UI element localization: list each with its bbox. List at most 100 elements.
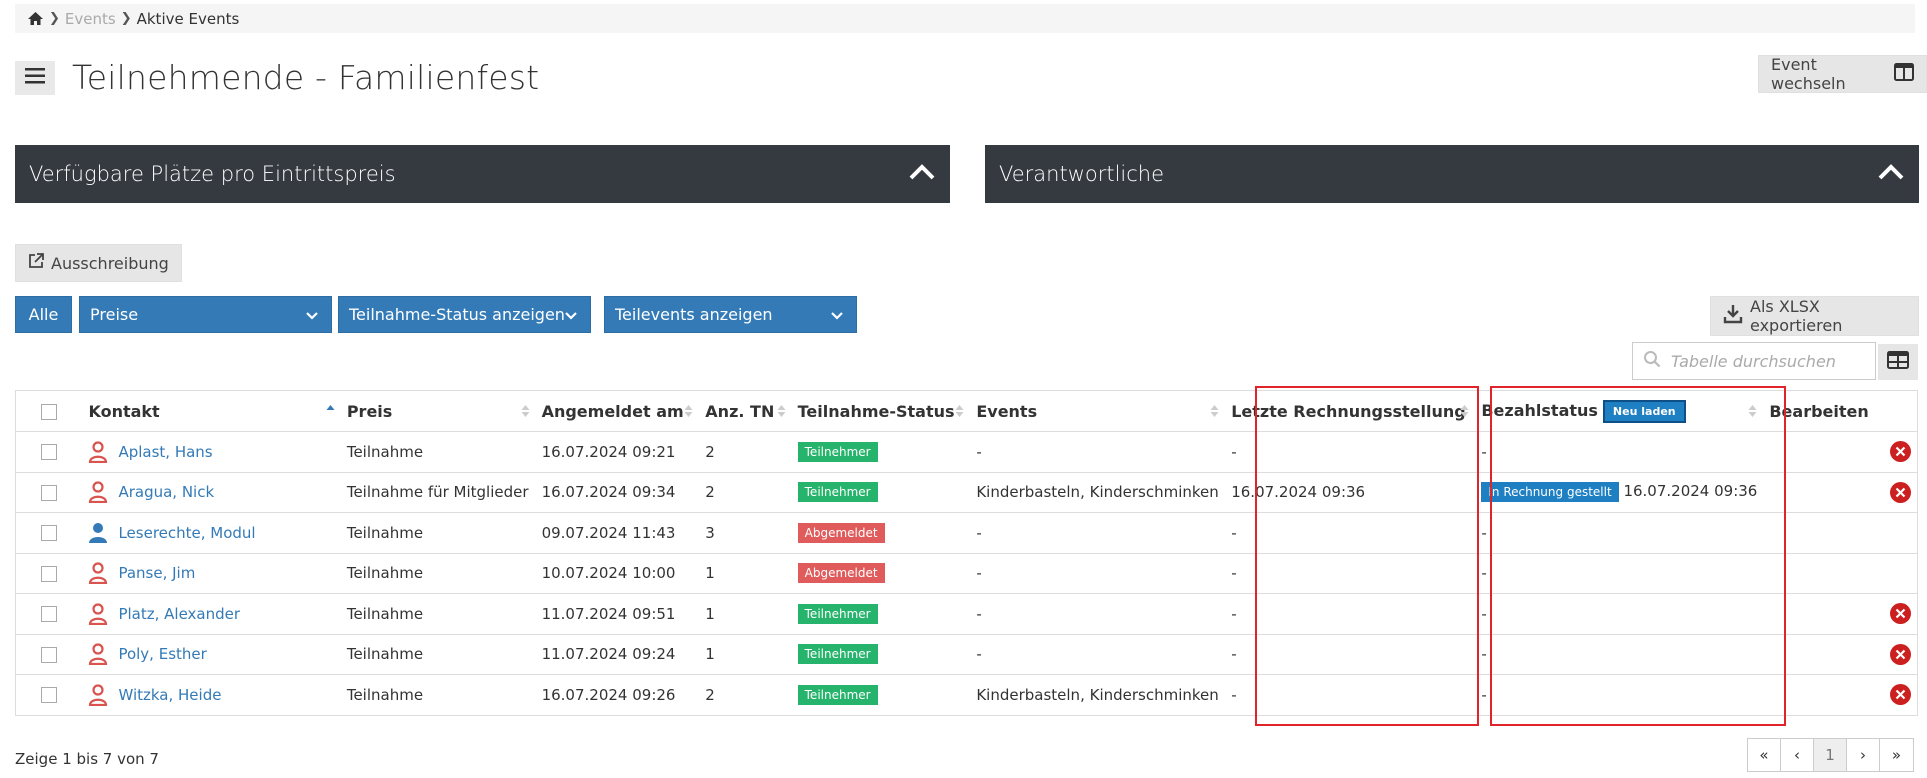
registered-cell: 16.07.2024 09:26 (535, 674, 700, 716)
chevron-up-icon[interactable] (908, 159, 936, 192)
filter-all-button[interactable]: Alle (15, 296, 72, 333)
last-page-button[interactable]: » (1880, 739, 1913, 771)
contact-link[interactable]: Leserechte, Modul (118, 524, 255, 542)
page-title: Teilnehmende - Familienfest (72, 58, 540, 97)
status-cell: Teilnehmer (791, 593, 971, 634)
status-badge: Abgemeldet (797, 563, 885, 584)
menu-button[interactable] (15, 61, 55, 95)
export-xlsx-button[interactable]: Als XLSX exportieren (1710, 296, 1919, 336)
row-checkbox[interactable] (41, 646, 58, 663)
edit-cell (1763, 431, 1919, 472)
select-all-checkbox[interactable] (41, 404, 58, 420)
panel-responsible[interactable]: Verantwortliche (985, 145, 1919, 203)
sort-icon[interactable] (1210, 403, 1219, 422)
delete-icon[interactable] (1890, 441, 1911, 463)
status-cell: Teilnehmer (791, 431, 971, 472)
user-outline-icon (88, 441, 108, 463)
chevron-down-icon (830, 308, 844, 327)
contact-link[interactable]: Witzka, Heide (118, 686, 221, 704)
events-cell: Kinderbasteln, Kinderschminken (970, 471, 1226, 513)
payment-value: - (1481, 442, 1487, 461)
header-price[interactable]: Preis (340, 390, 536, 432)
export-xlsx-label: Als XLSX exportieren (1750, 297, 1843, 335)
sort-icon[interactable] (521, 403, 530, 422)
table-search-input[interactable]: Tabelle durchsuchen (1632, 342, 1876, 380)
events-cell: Kinderbasteln, Kinderschminken (970, 674, 1226, 716)
contact-link[interactable]: Platz, Alexander (118, 605, 240, 623)
sort-icon[interactable] (684, 403, 693, 422)
status-badge: Teilnehmer (797, 684, 878, 705)
status-badge: Teilnehmer (797, 482, 878, 503)
count-cell: 2 (699, 471, 792, 513)
breadcrumb-events[interactable]: Events (65, 10, 116, 28)
status-badge: Abgemeldet (797, 522, 885, 543)
events-cell: - (970, 552, 1226, 594)
status-cell: Abgemeldet (791, 512, 971, 553)
column-toggle-button[interactable] (1878, 344, 1918, 380)
contact-cell: Platz, Alexander (82, 593, 341, 634)
event-switch-button[interactable]: Event wechseln (1758, 55, 1927, 93)
contact-link[interactable]: Panse, Jim (118, 564, 195, 582)
sort-icon[interactable] (777, 403, 786, 422)
registered-cell: 11.07.2024 09:24 (535, 633, 700, 675)
row-checkbox[interactable] (41, 687, 58, 704)
next-page-button[interactable]: › (1847, 739, 1880, 771)
filter-subevents-label: Teilevents anzeigen (615, 305, 773, 324)
delete-icon[interactable] (1890, 643, 1911, 665)
header-events[interactable]: Events (970, 390, 1226, 432)
download-icon (1723, 304, 1743, 328)
delete-icon[interactable] (1890, 684, 1911, 706)
highlight-payment-column (1490, 386, 1786, 726)
contact-link[interactable]: Aplast, Hans (118, 443, 212, 461)
row-checkbox[interactable] (41, 484, 58, 501)
header-count-label: Anz. TN (705, 401, 775, 421)
contact-cell: Aplast, Hans (82, 431, 341, 472)
home-icon[interactable] (27, 11, 44, 26)
panel-available-places[interactable]: Verfügbare Plätze pro Eintrittspreis (15, 145, 950, 203)
count-cell: 2 (699, 674, 792, 716)
count-cell: 1 (699, 633, 792, 675)
first-page-button[interactable]: « (1748, 739, 1781, 771)
sort-asc-icon[interactable] (326, 403, 335, 422)
row-checkbox[interactable] (41, 565, 58, 582)
hamburger-icon (25, 68, 45, 88)
header-registered-label: Angemeldet am (541, 401, 684, 421)
sort-icon[interactable] (955, 403, 964, 422)
header-registered[interactable]: Angemeldet am (535, 390, 700, 432)
contact-link[interactable]: Poly, Esther (118, 645, 206, 663)
registered-cell: 16.07.2024 09:34 (535, 471, 700, 513)
edit-cell (1763, 593, 1919, 634)
prev-page-button[interactable]: ‹ (1781, 739, 1814, 771)
payment-value: - (1481, 645, 1487, 664)
delete-icon[interactable] (1890, 603, 1911, 625)
page-number-button[interactable]: 1 (1814, 739, 1847, 771)
user-outline-icon (88, 562, 108, 585)
header-select[interactable] (15, 390, 83, 432)
header-contact[interactable]: Kontakt (82, 390, 341, 432)
highlight-invoice-column (1255, 386, 1479, 726)
filter-status-dropdown[interactable]: Teilnahme-Status anzeigen (338, 296, 591, 333)
header-status[interactable]: Teilnahme-Status (791, 390, 971, 432)
delete-icon[interactable] (1890, 481, 1911, 503)
panel-available-places-title: Verfügbare Plätze pro Eintrittspreis (29, 162, 396, 186)
row-select-cell (15, 674, 83, 716)
filter-subevents-dropdown[interactable]: Teilevents anzeigen (604, 296, 857, 333)
header-edit: Bearbeiten (1763, 390, 1919, 432)
row-checkbox[interactable] (41, 444, 58, 461)
ausschreibung-label: Ausschreibung (51, 253, 169, 273)
table-info: Zeige 1 bis 7 von 7 (15, 750, 159, 768)
row-checkbox[interactable] (41, 606, 58, 623)
row-checkbox[interactable] (41, 525, 58, 542)
contact-link[interactable]: Aragua, Nick (118, 483, 214, 501)
count-cell: 3 (699, 512, 792, 553)
status-badge: Teilnehmer (797, 441, 878, 462)
user-outline-icon (88, 643, 108, 666)
ausschreibung-button[interactable]: Ausschreibung (15, 244, 182, 282)
filter-prices-dropdown[interactable]: Preise (79, 296, 332, 333)
header-count[interactable]: Anz. TN (699, 390, 792, 432)
price-cell: Teilnahme (340, 674, 536, 716)
breadcrumb: ❯ Events ❯ Aktive Events (15, 4, 1915, 33)
chevron-up-icon[interactable] (1877, 159, 1905, 192)
payment-value: - (1481, 685, 1487, 704)
status-badge: Teilnehmer (797, 603, 878, 624)
